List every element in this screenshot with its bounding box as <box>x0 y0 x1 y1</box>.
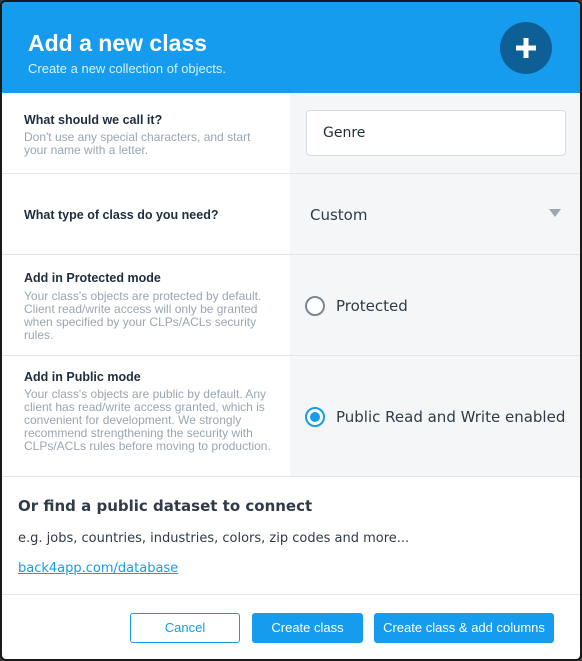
create-class-button[interactable]: Create class <box>252 613 363 643</box>
cancel-button[interactable]: Cancel <box>130 613 240 643</box>
dialog-header: Add a new class Create a new collection … <box>2 2 580 93</box>
public-mode-label: Add in Public mode <box>24 370 141 384</box>
class-name-description: Don't use any special characters, and st… <box>24 130 251 157</box>
public-dataset-section: Or find a public dataset to connect e.g.… <box>2 477 580 595</box>
public-radio[interactable] <box>305 407 325 427</box>
add-class-dialog: Add a new class Create a new collection … <box>0 0 582 661</box>
public-radio-label[interactable]: Public Read and Write enabled <box>336 408 565 426</box>
public-mode-row: Add in Public mode Your class's objects … <box>2 356 580 477</box>
class-type-label: What type of class do you need? <box>24 208 219 222</box>
protected-mode-description: Your class's objects are protected by de… <box>24 289 262 342</box>
class-name-input[interactable] <box>306 110 566 156</box>
protected-radio[interactable] <box>305 296 325 316</box>
class-name-label: What should we call it? <box>24 113 163 127</box>
class-type-row: What type of class do you need? Custom <box>2 174 580 255</box>
dataset-examples: e.g. jobs, countries, industries, colors… <box>18 531 410 546</box>
dataset-heading: Or find a public dataset to connect <box>18 497 313 515</box>
dialog-title: Add a new class <box>28 30 207 56</box>
dataset-link[interactable]: back4app.com/database <box>18 561 178 576</box>
protected-radio-label[interactable]: Protected <box>336 297 408 315</box>
chevron-down-icon <box>549 209 561 217</box>
public-mode-description: Your class's objects are public by defau… <box>24 387 271 453</box>
create-class-add-columns-button[interactable]: Create class & add columns <box>374 613 554 643</box>
class-type-value: Custom <box>310 206 368 224</box>
protected-mode-row: Add in Protected mode Your class's objec… <box>2 255 580 356</box>
class-name-row: What should we call it? Don't use any sp… <box>2 93 580 174</box>
dialog-subtitle: Create a new collection of objects. <box>28 61 226 76</box>
class-type-select[interactable]: Custom <box>290 174 580 254</box>
plus-icon <box>500 22 552 74</box>
protected-mode-label: Add in Protected mode <box>24 271 161 285</box>
